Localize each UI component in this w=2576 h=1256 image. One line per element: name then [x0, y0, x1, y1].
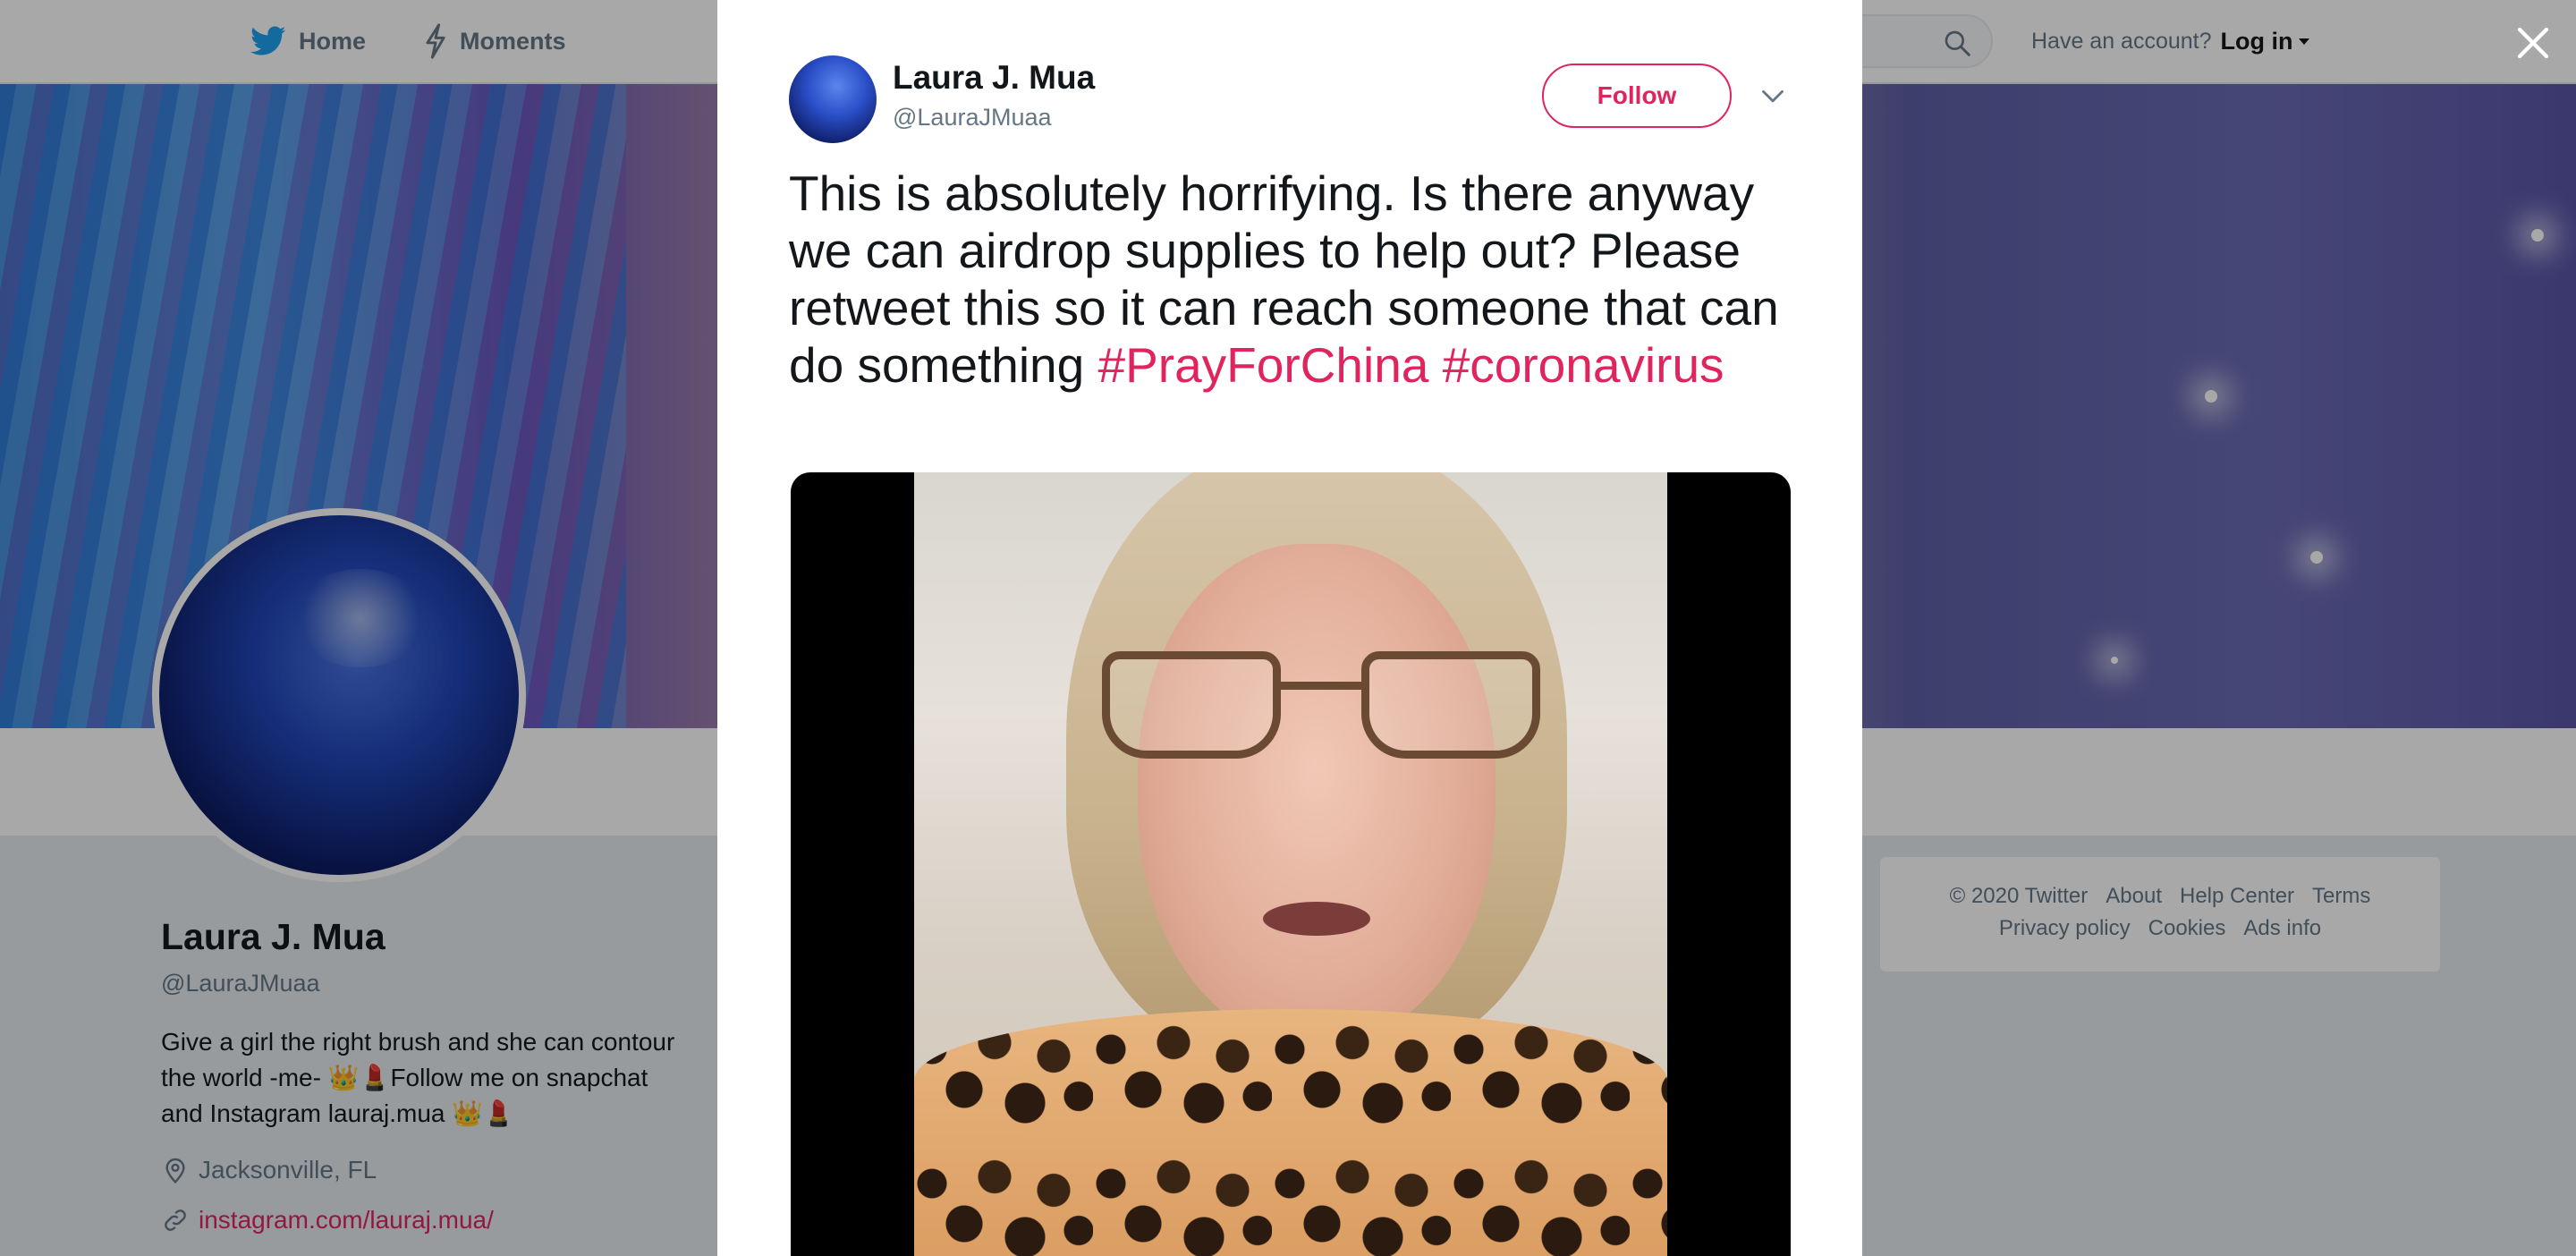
video-leopard-top	[914, 1009, 1667, 1256]
glasses-bridge	[1277, 682, 1365, 690]
video-frame	[914, 472, 1667, 1256]
glasses-lens	[1102, 651, 1281, 759]
tweet-text: This is absolutely horrifying. Is there …	[789, 165, 1809, 394]
tweet-author-avatar[interactable]	[789, 55, 877, 143]
video-person-glasses	[1102, 651, 1549, 768]
glasses-lens	[1361, 651, 1540, 759]
tweet-author-handle[interactable]: @LauraJMuaa	[893, 104, 1052, 132]
hashtag-link[interactable]: #coronavirus	[1443, 337, 1724, 393]
video-person-face	[1138, 544, 1496, 1045]
follow-button[interactable]: Follow	[1542, 64, 1732, 128]
tweet-modal: Laura J. Mua @LauraJMuaa Follow This is …	[717, 0, 1862, 1256]
tweet-video[interactable]	[791, 472, 1791, 1256]
chevron-down-icon[interactable]	[1760, 86, 1785, 106]
video-person-mouth	[1263, 902, 1370, 936]
hashtag-link[interactable]: #PrayForChina	[1098, 337, 1429, 393]
close-icon[interactable]	[2515, 25, 2551, 61]
tweet-author-name[interactable]: Laura J. Mua	[893, 59, 1095, 97]
